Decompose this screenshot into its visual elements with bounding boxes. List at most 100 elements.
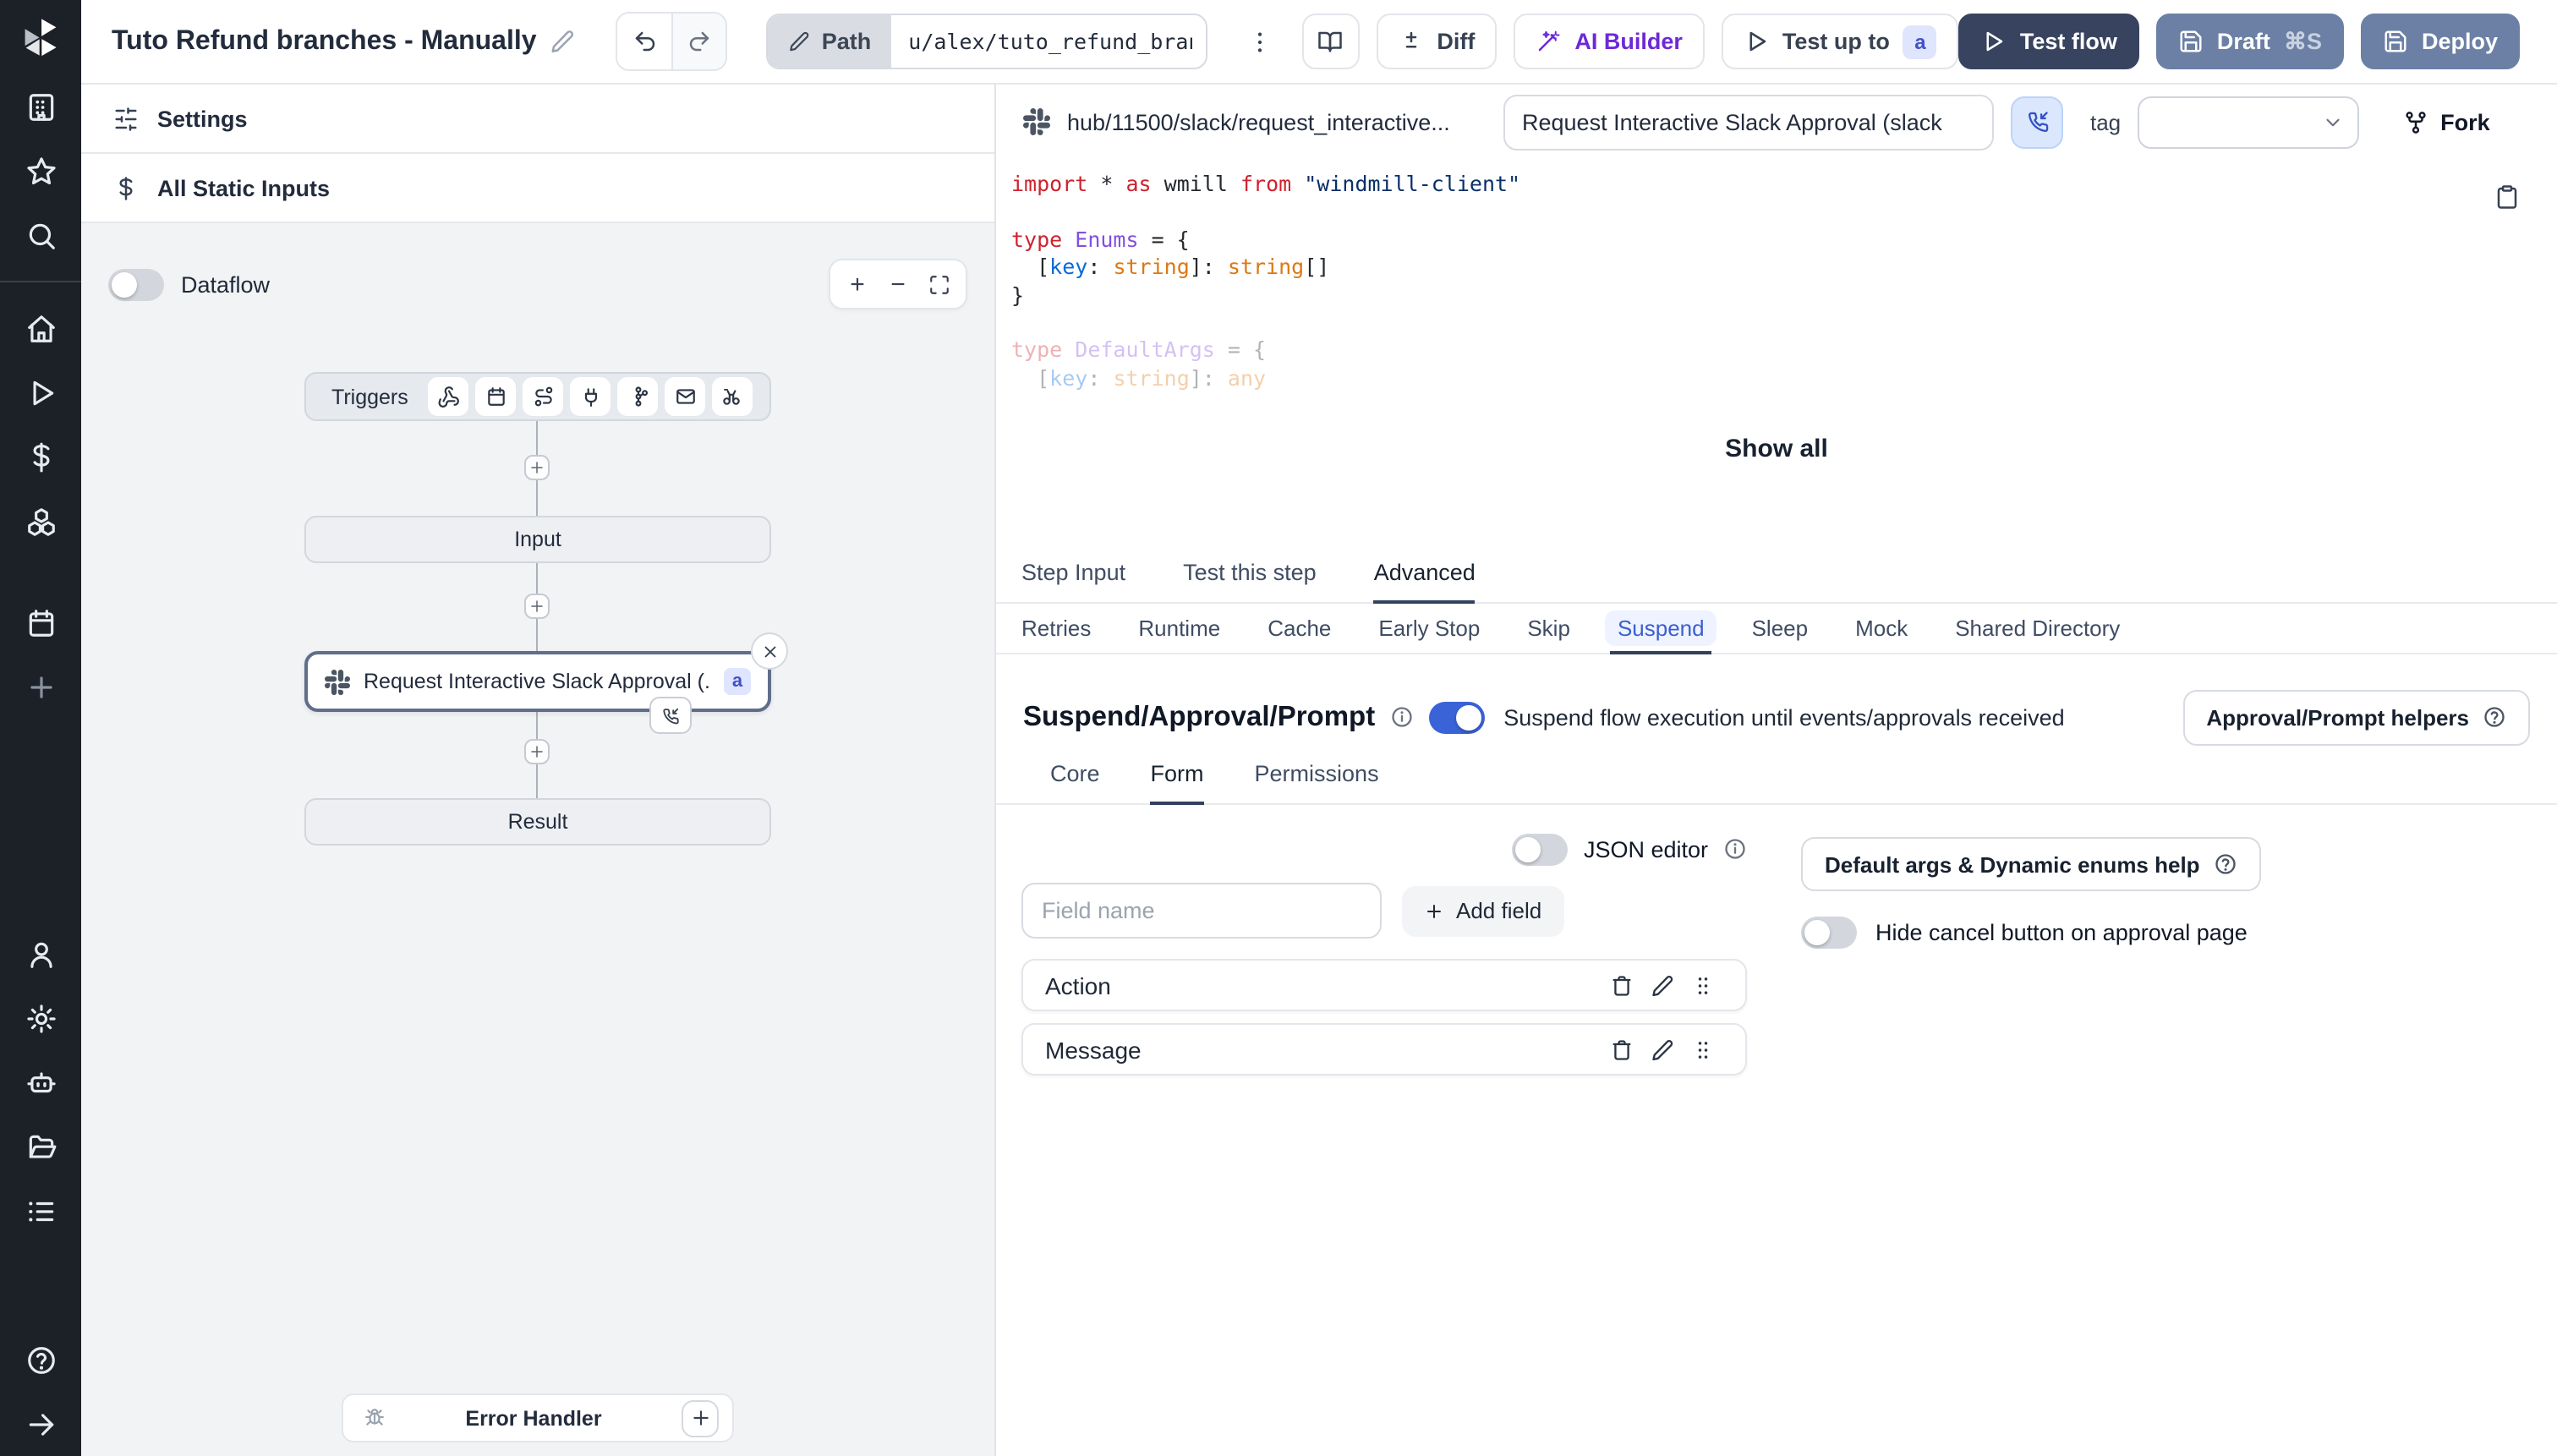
tab-skip[interactable]: Skip [1527, 604, 1570, 653]
tab-step-input[interactable]: Step Input [1021, 556, 1125, 602]
arrow-right-icon [28, 1413, 53, 1435]
sidebar-item-help[interactable] [0, 1327, 81, 1392]
redo-icon [689, 31, 709, 52]
copy-code-button[interactable] [2494, 184, 2520, 210]
tab-form[interactable]: Form [1150, 758, 1204, 805]
edit-title-button[interactable] [550, 29, 576, 54]
suspend-title: Suspend/Approval/Prompt [1023, 701, 1376, 731]
form-right-column: Default args & Dynamic enums help Hide c… [1801, 832, 2530, 1076]
delete-node-button[interactable] [751, 632, 788, 670]
info-icon[interactable] [1390, 705, 1414, 729]
http-route-trigger-button[interactable] [523, 377, 564, 416]
step-summary-input[interactable] [1503, 94, 1994, 150]
path-field-group: Path [765, 14, 1208, 69]
tab-shared-directory[interactable]: Shared Directory [1955, 604, 2120, 653]
kafka-trigger-button[interactable] [617, 377, 659, 416]
help-circle-icon [2215, 854, 2236, 874]
edit-field-button[interactable] [1642, 973, 1683, 997]
sidebar-item-runs[interactable] [0, 360, 81, 424]
tab-runtime[interactable]: Runtime [1138, 604, 1220, 653]
sidebar-item-favorites[interactable] [0, 139, 81, 203]
websocket-trigger-button[interactable] [570, 377, 611, 416]
test-up-to-button[interactable]: Test up to a [1721, 14, 1959, 69]
insert-step-button[interactable] [524, 594, 550, 619]
add-field-button[interactable]: Add field [1402, 885, 1564, 936]
tab-early-stop[interactable]: Early Stop [1378, 604, 1480, 653]
approval-prompt-helpers-button[interactable]: Approval/Prompt helpers [2182, 689, 2530, 745]
tab-retries[interactable]: Retries [1021, 604, 1091, 653]
form-field-row-message[interactable]: Message [1021, 1023, 1747, 1076]
windmill-logo[interactable] [0, 0, 81, 74]
sidebar-expand[interactable] [0, 1392, 81, 1456]
diff-button[interactable]: Diff [1376, 14, 1498, 69]
tab-suspend[interactable]: Suspend [1605, 604, 1717, 654]
tab-cache[interactable]: Cache [1268, 604, 1331, 653]
undo-button[interactable] [617, 14, 672, 69]
tab-advanced[interactable]: Advanced [1373, 556, 1476, 604]
insert-step-button[interactable] [524, 739, 550, 764]
delete-field-button[interactable] [1602, 973, 1642, 997]
sidebar-item-schedules[interactable] [0, 590, 81, 654]
tab-permissions[interactable]: Permissions [1255, 758, 1379, 803]
sidebar-item-audit-logs[interactable] [0, 1179, 81, 1243]
webhook-trigger-button[interactable] [428, 377, 469, 416]
sidebar-item-add[interactable] [0, 654, 81, 719]
sidebar-item-resources[interactable] [0, 489, 81, 553]
json-editor-toggle[interactable] [1512, 833, 1569, 865]
default-args-help-button[interactable]: Default args & Dynamic enums help [1801, 837, 2261, 891]
docs-button[interactable] [1301, 14, 1360, 69]
drag-field-handle[interactable] [1683, 1037, 1723, 1061]
suspend-form-section: JSON editor Add field Action Message [996, 805, 2557, 1076]
delete-field-button[interactable] [1602, 1037, 1642, 1061]
edit-field-button[interactable] [1642, 1037, 1683, 1061]
deploy-button[interactable]: Deploy [2360, 14, 2520, 69]
info-icon[interactable] [1723, 837, 1747, 861]
scheduled-poll-trigger-button[interactable] [712, 377, 753, 416]
form-field-row-action[interactable]: Action [1021, 959, 1747, 1011]
hub-script-path[interactable]: hub/11500/slack/request_interactive... [1067, 109, 1487, 134]
node-label: Request Interactive Slack Approval (... [364, 670, 710, 693]
input-node[interactable]: Input [304, 516, 771, 563]
sidebar-item-workspace[interactable] [0, 74, 81, 139]
redo-button[interactable] [671, 14, 725, 69]
insert-step-button[interactable] [524, 455, 550, 480]
error-handler-node[interactable]: Error Handler [342, 1393, 734, 1442]
draft-button[interactable]: Draft ⌘S [2155, 14, 2344, 69]
ai-builder-button[interactable]: AI Builder [1514, 14, 1705, 69]
code-editor[interactable]: import * as wmill from "windmill-client"… [996, 159, 2557, 423]
tab-mock[interactable]: Mock [1855, 604, 1908, 653]
triggers-node[interactable]: Triggers [304, 372, 771, 421]
suspend-enabled-toggle[interactable] [1429, 701, 1486, 733]
fork-button[interactable]: Fork [2403, 109, 2490, 134]
flow-canvas[interactable]: Triggers Input Request Interactive Slack… [81, 85, 994, 1456]
drag-field-handle[interactable] [1683, 973, 1723, 997]
more-menu-button[interactable] [1241, 14, 1278, 69]
slack-approval-node[interactable]: Request Interactive Slack Approval (... … [304, 651, 771, 712]
mail-icon [676, 389, 694, 404]
email-trigger-button[interactable] [665, 377, 706, 416]
result-node[interactable]: Result [304, 798, 771, 846]
hide-cancel-toggle[interactable] [1801, 917, 1857, 949]
pencil-icon [1652, 1039, 1673, 1060]
sidebar-item-folders[interactable] [0, 1114, 81, 1179]
suspend-indicator-badge[interactable] [649, 697, 692, 734]
tag-select[interactable] [2138, 96, 2360, 148]
test-flow-button[interactable]: Test flow [1958, 14, 2139, 69]
path-label[interactable]: Path [767, 15, 892, 68]
suspend-toggle-button[interactable] [2011, 96, 2063, 148]
sidebar-item-variables[interactable] [0, 424, 81, 489]
path-input[interactable] [891, 15, 1207, 68]
sidebar-item-users[interactable] [0, 922, 81, 986]
sidebar-item-home[interactable] [0, 296, 81, 360]
tab-core[interactable]: Core [1050, 758, 1100, 803]
tab-test-this-step[interactable]: Test this step [1183, 556, 1317, 602]
field-name-input[interactable] [1021, 883, 1382, 939]
sidebar-item-workers[interactable] [0, 1050, 81, 1114]
sidebar-item-settings[interactable] [0, 986, 81, 1050]
show-all-button[interactable]: Show all [996, 423, 2557, 473]
add-error-handler-button[interactable] [682, 1399, 719, 1437]
schedule-trigger-button[interactable] [475, 377, 517, 416]
sidebar-item-search[interactable] [0, 203, 81, 267]
tab-sleep[interactable]: Sleep [1752, 604, 1809, 653]
